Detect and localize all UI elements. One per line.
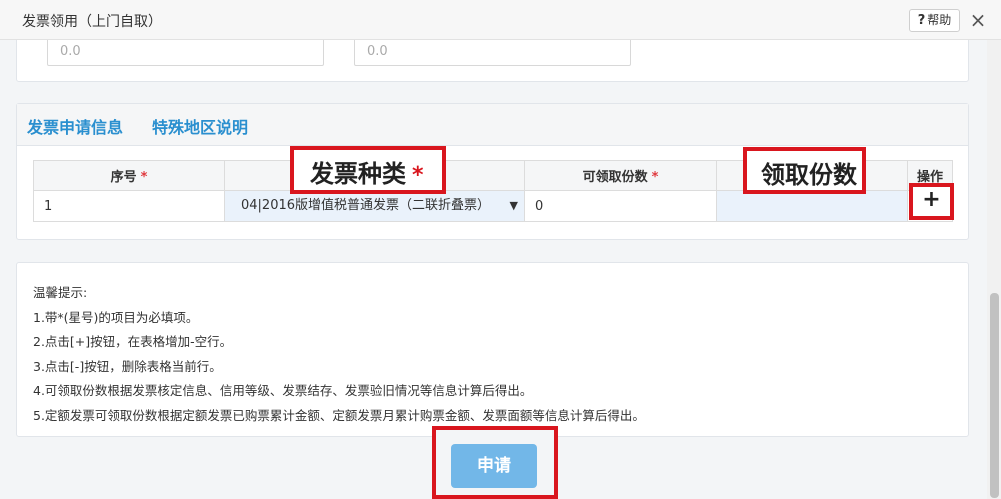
highlight-qty: 领取份数 <box>743 147 866 194</box>
add-row-button[interactable]: + <box>913 187 950 213</box>
qty-header-label: 领取份数 <box>761 161 857 189</box>
highlight-invoice-type: 发票种类 * <box>290 146 446 194</box>
scrollbar[interactable] <box>987 40 1001 499</box>
highlight-submit: 申请 <box>432 426 558 499</box>
amount-field-1[interactable]: 0.0 <box>47 40 324 66</box>
chevron-down-icon: ▼ <box>509 199 518 212</box>
scrollbar-thumb[interactable] <box>990 293 999 498</box>
amount-field-2[interactable]: 0.0 <box>354 40 631 66</box>
required-star: * <box>412 163 424 188</box>
tip-item: 2.点击[+]按钮，在表格增加-空行。 <box>33 334 233 349</box>
tip-item: 3.点击[-]按钮，删除表格当前行。 <box>33 358 222 374</box>
row-type-cell: 04|2016版增值税普通发票（二联折叠票） ▼ <box>224 190 525 222</box>
tips-panel: 温馨提示: 1.带*(星号)的项目为必填项。 2.点击[+]按钮，在表格增加-空… <box>16 262 969 437</box>
tab-application-info[interactable]: 发票申请信息 <box>27 114 123 138</box>
highlight-add-row: + <box>909 183 954 220</box>
amount-card: 0.0 0.0 <box>16 40 969 82</box>
invoice-type-header-label: 发票种类 <box>310 160 406 188</box>
title-bar: 发票领用（上门自取） ? 帮助 × <box>0 0 1001 40</box>
tip-item: 1.带*(星号)的项目为必填项。 <box>33 309 199 325</box>
help-label: 帮助 <box>927 13 952 27</box>
header-seq: 序号 * <box>33 160 225 191</box>
tips-title: 温馨提示: <box>33 285 88 300</box>
tip-item: 5.定额发票可领取份数根据定额发票已购票累计金额、定额发票月累计购票金额、发票面… <box>33 407 645 423</box>
invoice-type-select[interactable]: 04|2016版增值税普通发票（二联折叠票） ▼ <box>225 191 524 221</box>
help-icon: ? <box>917 13 926 28</box>
table-row: 1 04|2016版增值税普通发票（二联折叠票） ▼ 0 <box>33 190 953 222</box>
row-available: 0 <box>524 190 717 222</box>
tab-special-region[interactable]: 特殊地区说明 <box>152 114 248 138</box>
help-button[interactable]: ? 帮助 <box>909 9 960 32</box>
apply-button[interactable]: 申请 <box>451 444 537 488</box>
panel-tabs: 发票申请信息 特殊地区说明 <box>17 104 968 146</box>
qty-input[interactable] <box>716 190 908 222</box>
row-seq: 1 <box>33 190 225 222</box>
header-available: 可领取份数 * <box>524 160 717 191</box>
content-area: 0.0 0.0 发票申请信息 特殊地区说明 序号* 可领取份数* 操作 1 <box>0 40 987 499</box>
window-title: 发票领用（上门自取） <box>22 14 162 30</box>
invoice-type-value: 04|2016版增值税普通发票（二联折叠票） <box>241 198 491 213</box>
close-icon[interactable]: × <box>968 8 988 32</box>
tip-item: 4.可领取份数根据发票核定信息、信用等级、发票结存、发票验旧情况等信息计算后得出… <box>33 383 533 398</box>
